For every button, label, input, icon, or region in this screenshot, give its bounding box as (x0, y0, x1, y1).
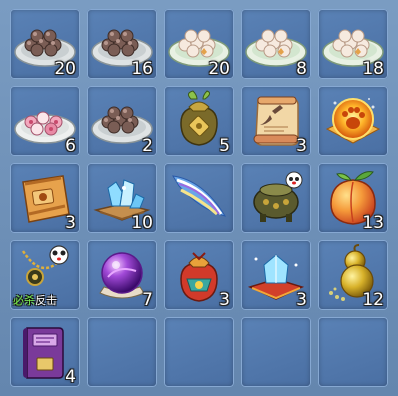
bronze-cauldron-icon (253, 171, 303, 222)
inventory-slot[interactable]: 12 (318, 240, 388, 310)
item-count: 20 (208, 59, 230, 79)
inventory-slot[interactable]: 3 (164, 240, 234, 310)
item-count: 3 (296, 136, 307, 156)
item-count: 18 (362, 59, 384, 79)
skill-tag-secondary: 反击 (35, 294, 57, 307)
inventory-slot[interactable] (164, 163, 234, 233)
inventory-slot[interactable]: 3 (10, 163, 80, 233)
item-count: 4 (65, 367, 76, 387)
inventory-slot[interactable]: 必杀反击 (10, 240, 80, 310)
inventory-slot[interactable]: 18 (318, 9, 388, 79)
item-count: 3 (65, 213, 76, 233)
item-count: 5 (219, 136, 230, 156)
inventory-slot[interactable]: 2 (87, 86, 157, 156)
inventory-slot[interactable]: 3 (241, 86, 311, 156)
feather-wing-icon (172, 175, 227, 217)
item-count: 3 (219, 290, 230, 310)
item-count: 3 (296, 290, 307, 310)
item-count: 12 (362, 290, 384, 310)
inventory-slot[interactable]: 7 (87, 240, 157, 310)
item-count: 16 (131, 59, 153, 79)
inventory-slot[interactable]: 4 (10, 317, 80, 387)
inventory-slot[interactable]: 8 (241, 9, 311, 79)
inventory-slot[interactable]: 10 (87, 163, 157, 233)
empty-slot[interactable] (241, 317, 311, 387)
golden-paw-orb-icon (325, 98, 381, 144)
inventory-slot[interactable] (241, 163, 311, 233)
item-count: 7 (142, 290, 153, 310)
skill-tag: 必杀反击 (13, 295, 57, 307)
inventory-slot[interactable]: 13 (318, 163, 388, 233)
inventory-grid: 20 16 20 8 18 6 2 5 3 3 10 13 必杀反击 7 3 3… (0, 0, 398, 396)
item-count: 20 (54, 59, 76, 79)
inventory-slot[interactable] (318, 86, 388, 156)
empty-slot[interactable] (164, 317, 234, 387)
item-count: 8 (296, 59, 307, 79)
inventory-slot[interactable]: 5 (164, 86, 234, 156)
item-count: 10 (131, 213, 153, 233)
inventory-slot[interactable]: 6 (10, 86, 80, 156)
inventory-slot[interactable]: 20 (10, 9, 80, 79)
empty-slot[interactable] (87, 317, 157, 387)
item-count: 2 (142, 136, 153, 156)
inventory-slot[interactable]: 20 (164, 9, 234, 79)
item-count: 6 (65, 136, 76, 156)
skill-tag-primary: 必杀 (13, 294, 35, 307)
inventory-slot[interactable]: 3 (241, 240, 311, 310)
empty-slot[interactable] (318, 317, 388, 387)
inventory-slot[interactable]: 16 (87, 9, 157, 79)
item-count: 13 (362, 213, 384, 233)
